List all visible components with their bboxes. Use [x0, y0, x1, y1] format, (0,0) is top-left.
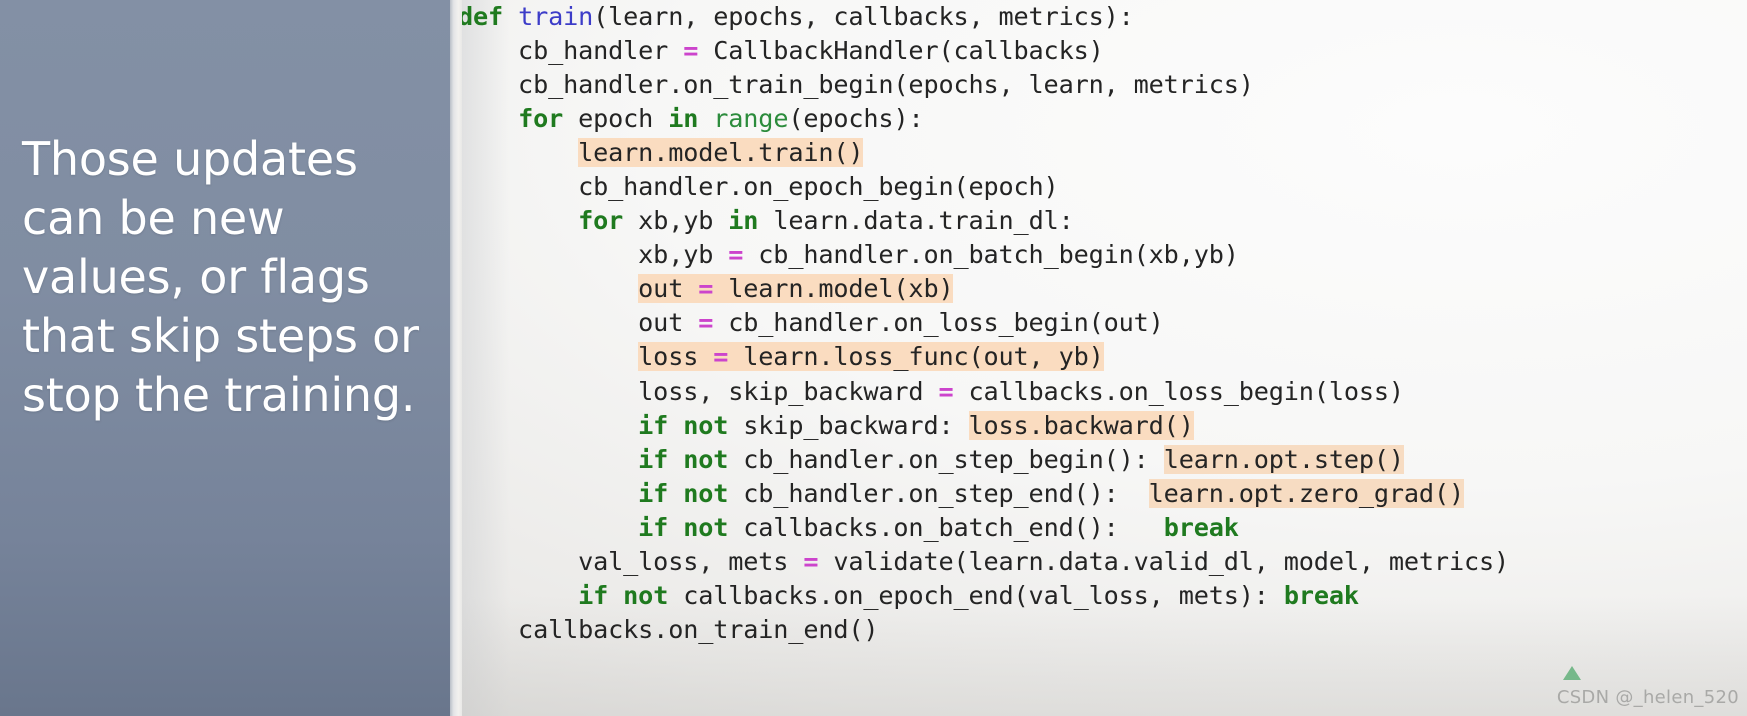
code-line: for xb,yb in learn.data.train_dl:: [578, 206, 1074, 236]
code-line: if not cb_handler.on_step_begin(): learn…: [638, 444, 1404, 474]
csdn-logo-icon: [1563, 666, 1581, 680]
code-line: for epoch in range(epochs):: [518, 104, 924, 134]
watermark-label: CSDN @_helen_520: [1556, 687, 1739, 708]
slide-canvas: Those updates can be new values, or flag…: [0, 0, 1747, 716]
code-line: if not cb_handler.on_step_end(): learn.o…: [638, 478, 1464, 508]
code-line: cb_handler = CallbackHandler(callbacks): [458, 36, 1104, 66]
code-line: xb,yb = cb_handler.on_batch_begin(xb,yb): [458, 240, 1239, 270]
code-line: loss, skip_backward = callbacks.on_loss_…: [458, 376, 1404, 406]
code-line: cb_handler.on_epoch_begin(epoch): [458, 172, 1059, 202]
code-line: learn.model.train(): [578, 138, 864, 168]
code-line: out = learn.model(xb): [638, 274, 954, 304]
code-line: cb_handler.on_train_begin(epochs, learn,…: [458, 70, 1254, 100]
code-line: val_loss, mets = validate(learn.data.val…: [458, 546, 1509, 576]
code-line: callbacks.on_train_end(): [458, 614, 879, 644]
code-line: out = cb_handler.on_loss_begin(out): [458, 308, 1164, 338]
code-line: loss = learn.loss_func(out, yb): [638, 342, 1104, 372]
code-line: def train(learn, epochs, callbacks, metr…: [458, 2, 1134, 31]
left-text-panel: Those updates can be new values, or flag…: [0, 0, 450, 716]
code-line: if not callbacks.on_batch_end(): break: [638, 512, 1239, 542]
code-line: if not skip_backward: loss.backward(): [638, 410, 1194, 440]
code-line: if not callbacks.on_epoch_end(val_loss, …: [578, 580, 1359, 610]
code-panel: def train(learn, epochs, callbacks, metr…: [450, 0, 1747, 716]
slide-caption-text: Those updates can be new values, or flag…: [22, 132, 419, 422]
python-code-block: def train(learn, epochs, callbacks, metr…: [450, 0, 1747, 647]
